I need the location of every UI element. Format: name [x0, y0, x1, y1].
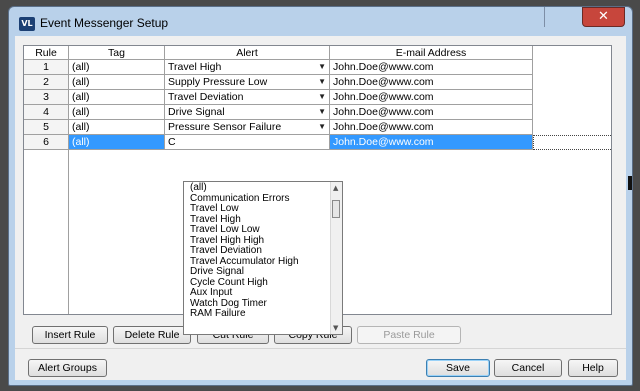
row-tag-cell[interactable]: (all) — [69, 120, 165, 135]
alert-value: Travel Deviation — [168, 91, 244, 103]
row-alert-cell[interactable]: Supply Pressure Low ▼ — [165, 75, 330, 90]
row-tag-cell[interactable]: (all) — [69, 60, 165, 75]
row-tag-cell-selected[interactable]: (all) — [69, 135, 165, 150]
alert-dropdown-list[interactable]: (all) Communication Errors Travel Low Tr… — [183, 181, 343, 335]
background-window-edge — [628, 176, 632, 190]
row-alert-cell-editing[interactable]: C — [165, 135, 330, 150]
row-alert-cell[interactable]: Travel Deviation ▼ — [165, 90, 330, 105]
row-tag-cell[interactable]: (all) — [69, 105, 165, 120]
event-messenger-window: VL Event Messenger Setup ✕ Rule Tag Aler… — [8, 6, 633, 386]
dropdown-arrow-icon[interactable]: ▼ — [318, 60, 326, 74]
alert-value: Travel High — [168, 61, 222, 73]
insert-rule-button[interactable]: Insert Rule — [32, 326, 108, 344]
paste-rule-button[interactable]: Paste Rule — [357, 326, 461, 344]
save-button[interactable]: Save — [426, 359, 490, 377]
header-email[interactable]: E-mail Address — [330, 46, 533, 60]
close-icon: ✕ — [598, 9, 609, 24]
row-rule-cell[interactable]: 2 — [24, 75, 69, 90]
delete-rule-button[interactable]: Delete Rule — [113, 326, 191, 344]
row-email-cell[interactable]: John.Doe@www.com — [330, 120, 533, 135]
title-bar[interactable]: VL Event Messenger Setup ✕ — [9, 7, 632, 37]
scroll-down-arrow-icon[interactable]: ▼ — [333, 324, 338, 332]
row-rule-cell[interactable]: 1 — [24, 60, 69, 75]
scroll-up-arrow-icon[interactable]: ▲ — [333, 184, 338, 192]
row-email-cell-selected[interactable]: John.Doe@www.com — [330, 135, 533, 150]
header-rule[interactable]: Rule — [24, 46, 69, 60]
alert-groups-button[interactable]: Alert Groups — [28, 359, 107, 377]
dropdown-option[interactable]: Travel Low — [190, 203, 239, 215]
help-button[interactable]: Help — [568, 359, 618, 377]
close-button[interactable]: ✕ — [582, 7, 625, 27]
dropdown-option[interactable]: Aux Input — [190, 287, 232, 299]
header-alert[interactable]: Alert — [165, 46, 330, 60]
titlebar-separator — [544, 7, 545, 27]
app-icon: VL — [19, 17, 35, 31]
dropdown-arrow-icon[interactable]: ▼ — [318, 120, 326, 134]
row-alert-cell[interactable]: Pressure Sensor Failure ▼ — [165, 120, 330, 135]
row-rule-cell[interactable]: 4 — [24, 105, 69, 120]
footer-divider — [15, 348, 626, 349]
dropdown-scrollbar[interactable]: ▲ ▼ — [330, 182, 342, 334]
dropdown-option[interactable]: (all) — [190, 182, 207, 194]
scroll-thumb[interactable] — [332, 200, 340, 218]
row-focus-cell[interactable] — [533, 135, 611, 150]
row-rule-cell[interactable]: 5 — [24, 120, 69, 135]
dropdown-option[interactable]: Travel Low Low — [190, 224, 260, 236]
dialog-body: Rule Tag Alert E-mail Address 1 (all) Tr… — [15, 36, 626, 380]
window-title: Event Messenger Setup — [40, 16, 169, 30]
row-email-cell[interactable]: John.Doe@www.com — [330, 75, 533, 90]
row-email-cell[interactable]: John.Doe@www.com — [330, 60, 533, 75]
row-tag-cell[interactable]: (all) — [69, 75, 165, 90]
row-rule-cell[interactable]: 3 — [24, 90, 69, 105]
cancel-button[interactable]: Cancel — [494, 359, 562, 377]
dropdown-arrow-icon[interactable]: ▼ — [318, 105, 326, 119]
row-email-cell[interactable]: John.Doe@www.com — [330, 90, 533, 105]
alert-value: Pressure Sensor Failure — [168, 121, 282, 133]
row-alert-cell[interactable]: Travel High ▼ — [165, 60, 330, 75]
dropdown-option[interactable]: RAM Failure — [190, 308, 246, 320]
dropdown-option[interactable]: Drive Signal — [190, 266, 244, 278]
row-email-cell[interactable]: John.Doe@www.com — [330, 105, 533, 120]
row-alert-cell[interactable]: Drive Signal ▼ — [165, 105, 330, 120]
row-tag-cell[interactable]: (all) — [69, 90, 165, 105]
alert-value: Drive Signal — [168, 106, 225, 118]
alert-value: Supply Pressure Low — [168, 76, 268, 88]
dropdown-arrow-icon[interactable]: ▼ — [318, 75, 326, 89]
header-tag[interactable]: Tag — [69, 46, 165, 60]
dropdown-option[interactable]: Travel Deviation — [190, 245, 262, 257]
dropdown-arrow-icon[interactable]: ▼ — [318, 90, 326, 104]
row-rule-cell[interactable]: 6 — [24, 135, 69, 150]
column-divider — [68, 150, 69, 314]
